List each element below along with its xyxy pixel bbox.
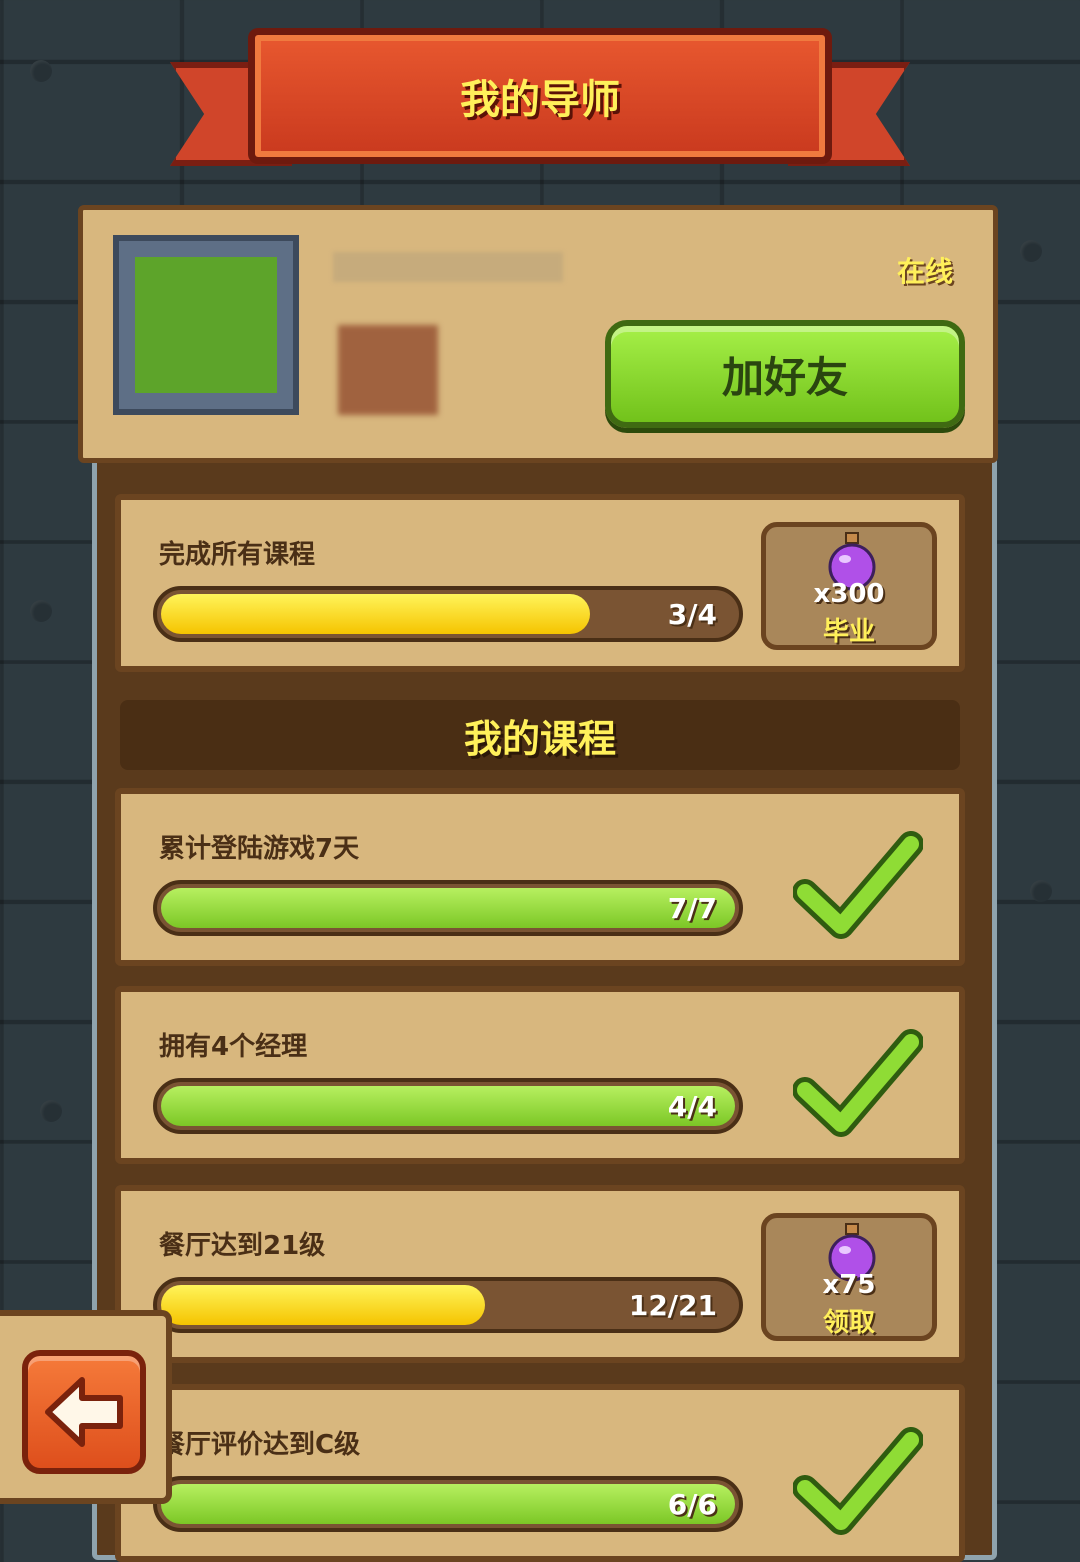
title-banner: 我的导师	[170, 28, 910, 178]
banner-ribbon: 我的导师	[248, 28, 832, 164]
mentor-avatar	[113, 235, 299, 415]
progress-count: 12/21	[628, 1289, 717, 1322]
course-label: 餐厅评价达到C级	[159, 1430, 361, 1460]
course-label: 餐厅达到21级	[159, 1231, 326, 1261]
reward-action: 领取	[822, 1308, 875, 1338]
wall-rivet	[30, 600, 52, 622]
progress-count: 3/4	[667, 598, 717, 631]
back-button[interactable]	[22, 1350, 146, 1474]
reward-action: 毕业	[822, 617, 875, 647]
wall-rivet	[40, 1100, 62, 1122]
section-title: 我的课程	[463, 716, 616, 761]
reward-quantity: x75	[822, 1270, 876, 1300]
mentor-card: 在线 加好友	[78, 205, 998, 463]
back-arrow-icon	[45, 1377, 123, 1447]
course-progress-bar: 12/21	[153, 1277, 743, 1333]
course-progress-bar: 4/4	[153, 1078, 743, 1134]
progress-fill	[161, 888, 735, 928]
course-progress-bar: 7/7	[153, 880, 743, 936]
progress-count: 6/6	[667, 1488, 717, 1521]
course-item: 餐厅达到21级 12/21 x75 领取	[115, 1185, 965, 1363]
online-status: 在线	[896, 255, 953, 288]
checkmark-icon	[793, 1427, 923, 1535]
reward-quantity: x300	[813, 579, 885, 609]
progress-count: 4/4	[667, 1090, 717, 1123]
mentor-name-blurred	[333, 252, 563, 282]
graduation-card: 完成所有课程 3/4 x300 毕业	[115, 494, 965, 672]
progress-fill	[161, 1484, 735, 1524]
courses-section-header: 我的课程	[120, 700, 960, 770]
course-item: 累计登陆游戏7天 7/7	[115, 788, 965, 966]
wall-rivet	[30, 60, 52, 82]
progress-fill	[161, 1285, 486, 1325]
wall-rivet	[1020, 240, 1042, 262]
add-friend-label: 加好友	[721, 352, 848, 402]
course-progress-bar: 6/6	[153, 1476, 743, 1532]
wall-rivet	[1030, 880, 1052, 902]
course-label: 拥有4个经理	[159, 1032, 308, 1062]
course-label: 累计登陆游戏7天	[159, 834, 360, 864]
graduate-reward-button[interactable]: x300 毕业	[761, 522, 937, 650]
progress-fill	[161, 1086, 735, 1126]
graduation-label: 完成所有课程	[159, 540, 316, 570]
progress-fill	[161, 594, 590, 634]
page-title: 我的导师	[460, 77, 620, 123]
mentor-badge-blurred	[338, 325, 438, 415]
claim-reward-button[interactable]: x75 领取	[761, 1213, 937, 1341]
graduation-progress-bar: 3/4	[153, 586, 743, 642]
add-friend-button[interactable]: 加好友	[605, 320, 965, 428]
progress-count: 7/7	[667, 892, 717, 925]
course-item: 拥有4个经理 4/4	[115, 986, 965, 1164]
course-item: 餐厅评价达到C级 6/6	[115, 1384, 965, 1562]
checkmark-icon	[793, 831, 923, 939]
checkmark-icon	[793, 1029, 923, 1137]
